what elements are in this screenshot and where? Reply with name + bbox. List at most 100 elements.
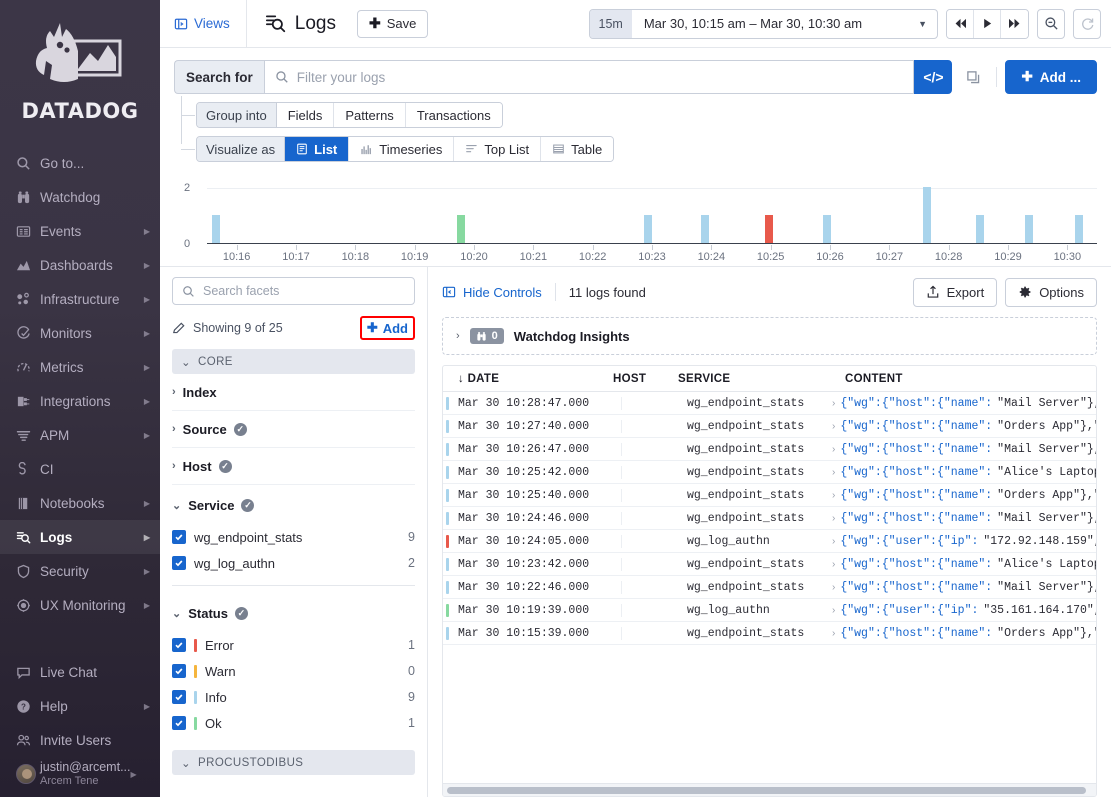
expand-row-icon[interactable]: › [832, 628, 835, 639]
histogram-bar[interactable] [701, 215, 710, 243]
facet-host[interactable]: › Host ✓ [172, 448, 415, 485]
sidebar-user-account[interactable]: justin@arcemt... Arcem Tene ▶ [0, 757, 160, 791]
expand-row-icon[interactable]: › [832, 398, 835, 409]
expand-row-icon[interactable]: › [832, 559, 835, 570]
sidebar-item-ci[interactable]: CI [0, 452, 160, 486]
table-row[interactable]: Mar 30 10:24:05.000 wg_log_authn › {"wg":{"… [443, 530, 1096, 553]
histogram-bar[interactable] [644, 215, 653, 243]
column-header-content[interactable]: CONTENT [823, 373, 1096, 385]
expand-row-icon[interactable]: › [832, 444, 835, 455]
visualize-as-table[interactable]: Table [541, 137, 614, 161]
fast-forward-icon[interactable] [1001, 9, 1028, 38]
chevron-down-icon[interactable]: ▼ [872, 19, 937, 29]
brand-logo[interactable]: DATADOG [0, 0, 160, 140]
code-view-button[interactable]: </> [914, 60, 953, 94]
sidebar-item-dashboards[interactable]: Dashboards ▶ [0, 248, 160, 282]
histogram-bar[interactable] [456, 215, 465, 243]
table-row[interactable]: Mar 30 10:22:46.000 wg_endpoint_stats › {"w… [443, 576, 1096, 599]
checkbox-checked[interactable] [172, 556, 186, 570]
expand-row-icon[interactable]: › [832, 513, 835, 524]
hide-controls-button[interactable]: Hide Controls [442, 285, 542, 300]
table-row[interactable]: Mar 30 10:23:42.000 wg_endpoint_stats › {"w… [443, 553, 1096, 576]
copy-query-button[interactable] [958, 60, 988, 94]
sidebar-item-live-chat[interactable]: Live Chat [0, 655, 160, 689]
expand-row-icon[interactable]: › [832, 467, 835, 478]
sidebar-item-security[interactable]: Security ▶ [0, 554, 160, 588]
histogram-bar[interactable] [1025, 215, 1034, 243]
sidebar-item-logs[interactable]: Logs ▶ [0, 520, 160, 554]
zoom-out-button[interactable] [1037, 8, 1065, 39]
add-facet-button[interactable]: ✚ Add [367, 320, 408, 336]
scrollbar-thumb[interactable] [447, 787, 1086, 794]
options-button[interactable]: Options [1005, 277, 1097, 307]
table-row[interactable]: Mar 30 10:24:46.000 wg_endpoint_stats › {"w… [443, 507, 1096, 530]
logs-histogram[interactable]: 2 0 10:16 10:17 10:18 10:19 10:20 10:21 10:22 1… [174, 180, 1097, 266]
sidebar-item-watchdog[interactable]: Watchdog [0, 180, 160, 214]
sidebar-item-notebooks[interactable]: Notebooks ▶ [0, 486, 160, 520]
visualize-as-timeseries[interactable]: Timeseries [349, 137, 455, 161]
expand-row-icon[interactable]: › [832, 536, 835, 547]
play-icon[interactable] [974, 9, 1001, 38]
checkbox-checked[interactable] [172, 664, 186, 678]
sidebar-item-ux-monitoring[interactable]: UX Monitoring ▶ [0, 588, 160, 622]
search-input-wrapper[interactable] [263, 60, 915, 94]
facet-value-row[interactable]: wg_log_authn 2 [172, 550, 415, 576]
histogram-bar[interactable] [975, 215, 984, 243]
horizontal-scrollbar[interactable] [443, 783, 1096, 796]
table-row[interactable]: Mar 30 10:15:39.000 wg_endpoint_stats › {"w… [443, 622, 1096, 645]
search-input[interactable] [296, 69, 904, 85]
facet-value-row[interactable]: Info 9 [172, 684, 415, 710]
facet-value-row[interactable]: Warn 0 [172, 658, 415, 684]
facet-value-row[interactable]: wg_endpoint_stats 9 [172, 524, 415, 550]
group-into-fields[interactable]: Fields [276, 103, 335, 127]
table-row[interactable]: Mar 30 10:19:39.000 wg_log_authn › {"wg":{"… [443, 599, 1096, 622]
views-button[interactable]: Views [160, 0, 247, 48]
group-into-patterns[interactable]: Patterns [334, 103, 406, 127]
expand-row-icon[interactable]: › [832, 490, 835, 501]
table-row[interactable]: Mar 30 10:26:47.000 wg_endpoint_stats › {"w… [443, 438, 1096, 461]
facet-search-input[interactable] [203, 284, 405, 298]
sidebar-item-apm[interactable]: APM ▶ [0, 418, 160, 452]
checkbox-checked[interactable] [172, 690, 186, 704]
group-into-transactions[interactable]: Transactions [405, 103, 502, 127]
visualize-as-list[interactable]: List [285, 137, 350, 161]
refresh-button[interactable] [1073, 8, 1101, 39]
add-button[interactable]: ✚ Add ... [1005, 60, 1097, 94]
facet-value-row[interactable]: Ok 1 [172, 710, 415, 736]
sidebar-item-metrics[interactable]: Metrics ▶ [0, 350, 160, 384]
facet-group-core[interactable]: ⌄ CORE [172, 349, 415, 374]
checkbox-checked[interactable] [172, 530, 186, 544]
histogram-bar[interactable] [211, 215, 220, 243]
export-button[interactable]: Export [912, 277, 998, 307]
expand-row-icon[interactable]: › [832, 421, 835, 432]
table-row[interactable]: Mar 30 10:25:42.000 wg_endpoint_stats › {"w… [443, 461, 1096, 484]
expand-row-icon[interactable]: › [832, 605, 835, 616]
histogram-bar[interactable] [823, 215, 832, 243]
sidebar-item-invite-users[interactable]: Invite Users [0, 723, 160, 757]
sidebar-item-help[interactable]: ? Help ▶ [0, 689, 160, 723]
table-row[interactable]: Mar 30 10:27:40.000 wg_endpoint_stats › {"w… [443, 415, 1096, 438]
column-header-service[interactable]: SERVICE [668, 373, 823, 385]
watchdog-insights-row[interactable]: › 0 Watchdog Insights [442, 317, 1097, 355]
facet-value-row[interactable]: Error 1 [172, 632, 415, 658]
sidebar-item-go-to[interactable]: Go to... [0, 146, 160, 180]
save-button[interactable]: ✚ Save [356, 9, 429, 38]
pencil-icon[interactable] [172, 321, 186, 335]
histogram-bar[interactable] [923, 187, 931, 243]
table-row[interactable]: Mar 30 10:28:47.000 wg_endpoint_stats › {"w… [443, 392, 1096, 415]
facet-status[interactable]: ⌄ Status ✓ [172, 595, 415, 632]
table-row[interactable]: Mar 30 10:25:40.000 wg_endpoint_stats › {"w… [443, 484, 1096, 507]
fast-rewind-icon[interactable] [947, 9, 974, 38]
checkbox-checked[interactable] [172, 716, 186, 730]
checkbox-checked[interactable] [172, 638, 186, 652]
time-range-picker[interactable]: 15m Mar 30, 10:15 am – Mar 30, 10:30 am … [588, 8, 938, 39]
histogram-bar[interactable] [764, 215, 773, 243]
column-header-host[interactable]: HOST [613, 373, 668, 385]
facet-index[interactable]: › Index [172, 374, 415, 411]
visualize-as-toplist[interactable]: Top List [454, 137, 542, 161]
expand-row-icon[interactable]: › [832, 582, 835, 593]
facet-search-wrapper[interactable] [172, 277, 415, 305]
column-header-date[interactable]: ↓ DATE [443, 373, 613, 385]
sidebar-item-events[interactable]: Events ▶ [0, 214, 160, 248]
sidebar-item-infrastructure[interactable]: Infrastructure ▶ [0, 282, 160, 316]
